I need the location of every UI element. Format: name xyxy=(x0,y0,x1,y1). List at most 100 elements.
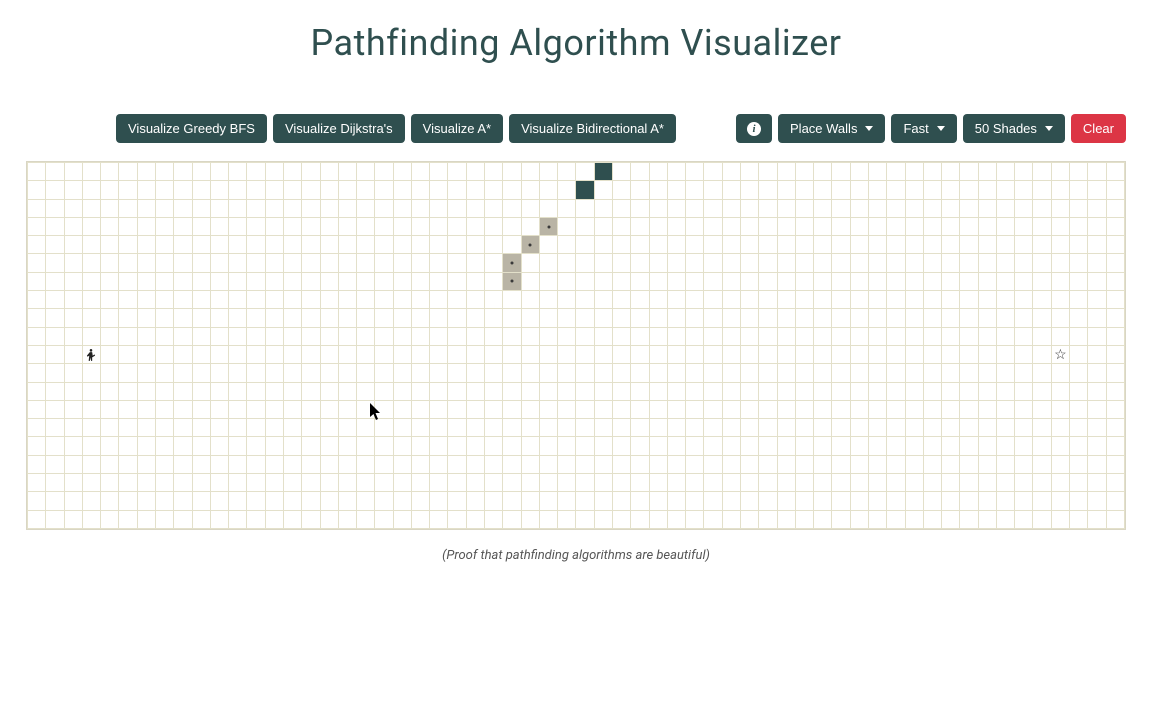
grid-cell[interactable] xyxy=(1070,199,1088,217)
grid-cell[interactable] xyxy=(832,254,850,272)
grid-cell[interactable] xyxy=(667,510,685,528)
grid-cell[interactable] xyxy=(594,345,612,363)
grid-cell[interactable] xyxy=(302,199,320,217)
grid-cell[interactable] xyxy=(996,291,1014,309)
grid-cell[interactable] xyxy=(704,382,722,400)
grid-cell[interactable] xyxy=(82,272,100,290)
grid-cell[interactable] xyxy=(777,382,795,400)
grid-cell[interactable] xyxy=(375,382,393,400)
grid-cell[interactable] xyxy=(1070,437,1088,455)
grid-cell[interactable] xyxy=(686,254,704,272)
grid-cell[interactable] xyxy=(759,364,777,382)
grid-cell[interactable] xyxy=(722,254,740,272)
grid-cell[interactable] xyxy=(704,181,722,199)
grid-cell[interactable] xyxy=(814,382,832,400)
grid-cell[interactable] xyxy=(795,345,813,363)
grid-cell[interactable] xyxy=(64,382,82,400)
grid-cell[interactable] xyxy=(649,199,667,217)
grid-cell[interactable] xyxy=(229,254,247,272)
grid-cell[interactable] xyxy=(393,437,411,455)
grid-cell[interactable] xyxy=(466,382,484,400)
grid-cell[interactable] xyxy=(576,199,594,217)
grid-cell[interactable] xyxy=(759,291,777,309)
grid-cell[interactable] xyxy=(46,382,64,400)
info-button[interactable]: i xyxy=(736,114,772,143)
grid-cell[interactable] xyxy=(868,455,886,473)
grid-cell[interactable] xyxy=(631,327,649,345)
grid-cell[interactable] xyxy=(1033,199,1051,217)
grid-cell[interactable] xyxy=(740,181,758,199)
grid-cell[interactable] xyxy=(887,437,905,455)
grid-cell[interactable] xyxy=(1033,510,1051,528)
grid-cell[interactable] xyxy=(302,382,320,400)
grid-cell[interactable] xyxy=(1088,345,1106,363)
grid-cell[interactable] xyxy=(411,492,429,510)
grid-cell[interactable] xyxy=(558,364,576,382)
grid-cell[interactable] xyxy=(631,492,649,510)
grid-cell[interactable] xyxy=(247,345,265,363)
grid-cell[interactable] xyxy=(210,437,228,455)
grid-cell[interactable] xyxy=(375,510,393,528)
grid-cell[interactable] xyxy=(192,364,210,382)
grid-cell[interactable] xyxy=(649,455,667,473)
grid-cell[interactable] xyxy=(978,309,996,327)
grid-cell[interactable] xyxy=(466,492,484,510)
grid-cell[interactable] xyxy=(46,291,64,309)
grid-cell[interactable] xyxy=(942,400,960,418)
grid-cell[interactable] xyxy=(667,254,685,272)
grid-cell[interactable] xyxy=(28,291,46,309)
grid-cell[interactable] xyxy=(466,236,484,254)
grid-cell[interactable] xyxy=(1106,474,1124,492)
grid-cell[interactable] xyxy=(119,455,137,473)
grid-cell[interactable] xyxy=(576,236,594,254)
grid-cell[interactable] xyxy=(338,254,356,272)
grid-cell[interactable] xyxy=(101,345,119,363)
grid-cell[interactable] xyxy=(1033,181,1051,199)
grid-cell[interactable] xyxy=(613,254,631,272)
grid-cell[interactable] xyxy=(887,474,905,492)
grid-cell[interactable] xyxy=(393,163,411,181)
grid-cell[interactable] xyxy=(558,510,576,528)
grid-cell[interactable] xyxy=(485,345,503,363)
grid-cell[interactable] xyxy=(503,217,521,235)
grid-cell[interactable] xyxy=(302,309,320,327)
grid-cell[interactable] xyxy=(814,364,832,382)
grid-cell[interactable] xyxy=(923,236,941,254)
grid-cell[interactable] xyxy=(302,492,320,510)
grid-cell[interactable] xyxy=(960,199,978,217)
grid-cell[interactable] xyxy=(174,309,192,327)
grid-cell[interactable] xyxy=(503,345,521,363)
grid-cell[interactable] xyxy=(631,400,649,418)
grid-cell[interactable] xyxy=(686,163,704,181)
grid-cell[interactable] xyxy=(46,236,64,254)
grid-cell[interactable] xyxy=(485,199,503,217)
grid-cell[interactable] xyxy=(795,327,813,345)
grid-cell[interactable] xyxy=(503,492,521,510)
grid-cell[interactable] xyxy=(338,217,356,235)
grid-cell[interactable] xyxy=(942,291,960,309)
grid-cell[interactable] xyxy=(1088,163,1106,181)
grid-cell[interactable] xyxy=(594,510,612,528)
grid-cell[interactable] xyxy=(28,419,46,437)
grid-cell[interactable] xyxy=(1070,345,1088,363)
grid-cell[interactable] xyxy=(814,400,832,418)
grid-cell[interactable] xyxy=(192,437,210,455)
grid-cell[interactable] xyxy=(448,364,466,382)
grid-cell[interactable] xyxy=(174,455,192,473)
grid-cell[interactable] xyxy=(887,217,905,235)
grid-cell[interactable] xyxy=(1051,181,1069,199)
grid-cell[interactable] xyxy=(1088,199,1106,217)
grid-cell[interactable] xyxy=(795,254,813,272)
grid-cell[interactable] xyxy=(466,419,484,437)
grid-cell[interactable] xyxy=(576,400,594,418)
grid-cell[interactable] xyxy=(613,382,631,400)
grid-cell[interactable] xyxy=(686,364,704,382)
grid-cell[interactable] xyxy=(229,217,247,235)
grid-cell[interactable] xyxy=(942,437,960,455)
grid-cell[interactable] xyxy=(777,309,795,327)
grid-cell[interactable] xyxy=(539,492,557,510)
grid-cell[interactable] xyxy=(905,382,923,400)
grid-cell[interactable] xyxy=(1088,364,1106,382)
grid-cell[interactable] xyxy=(283,400,301,418)
grid-cell[interactable] xyxy=(393,291,411,309)
